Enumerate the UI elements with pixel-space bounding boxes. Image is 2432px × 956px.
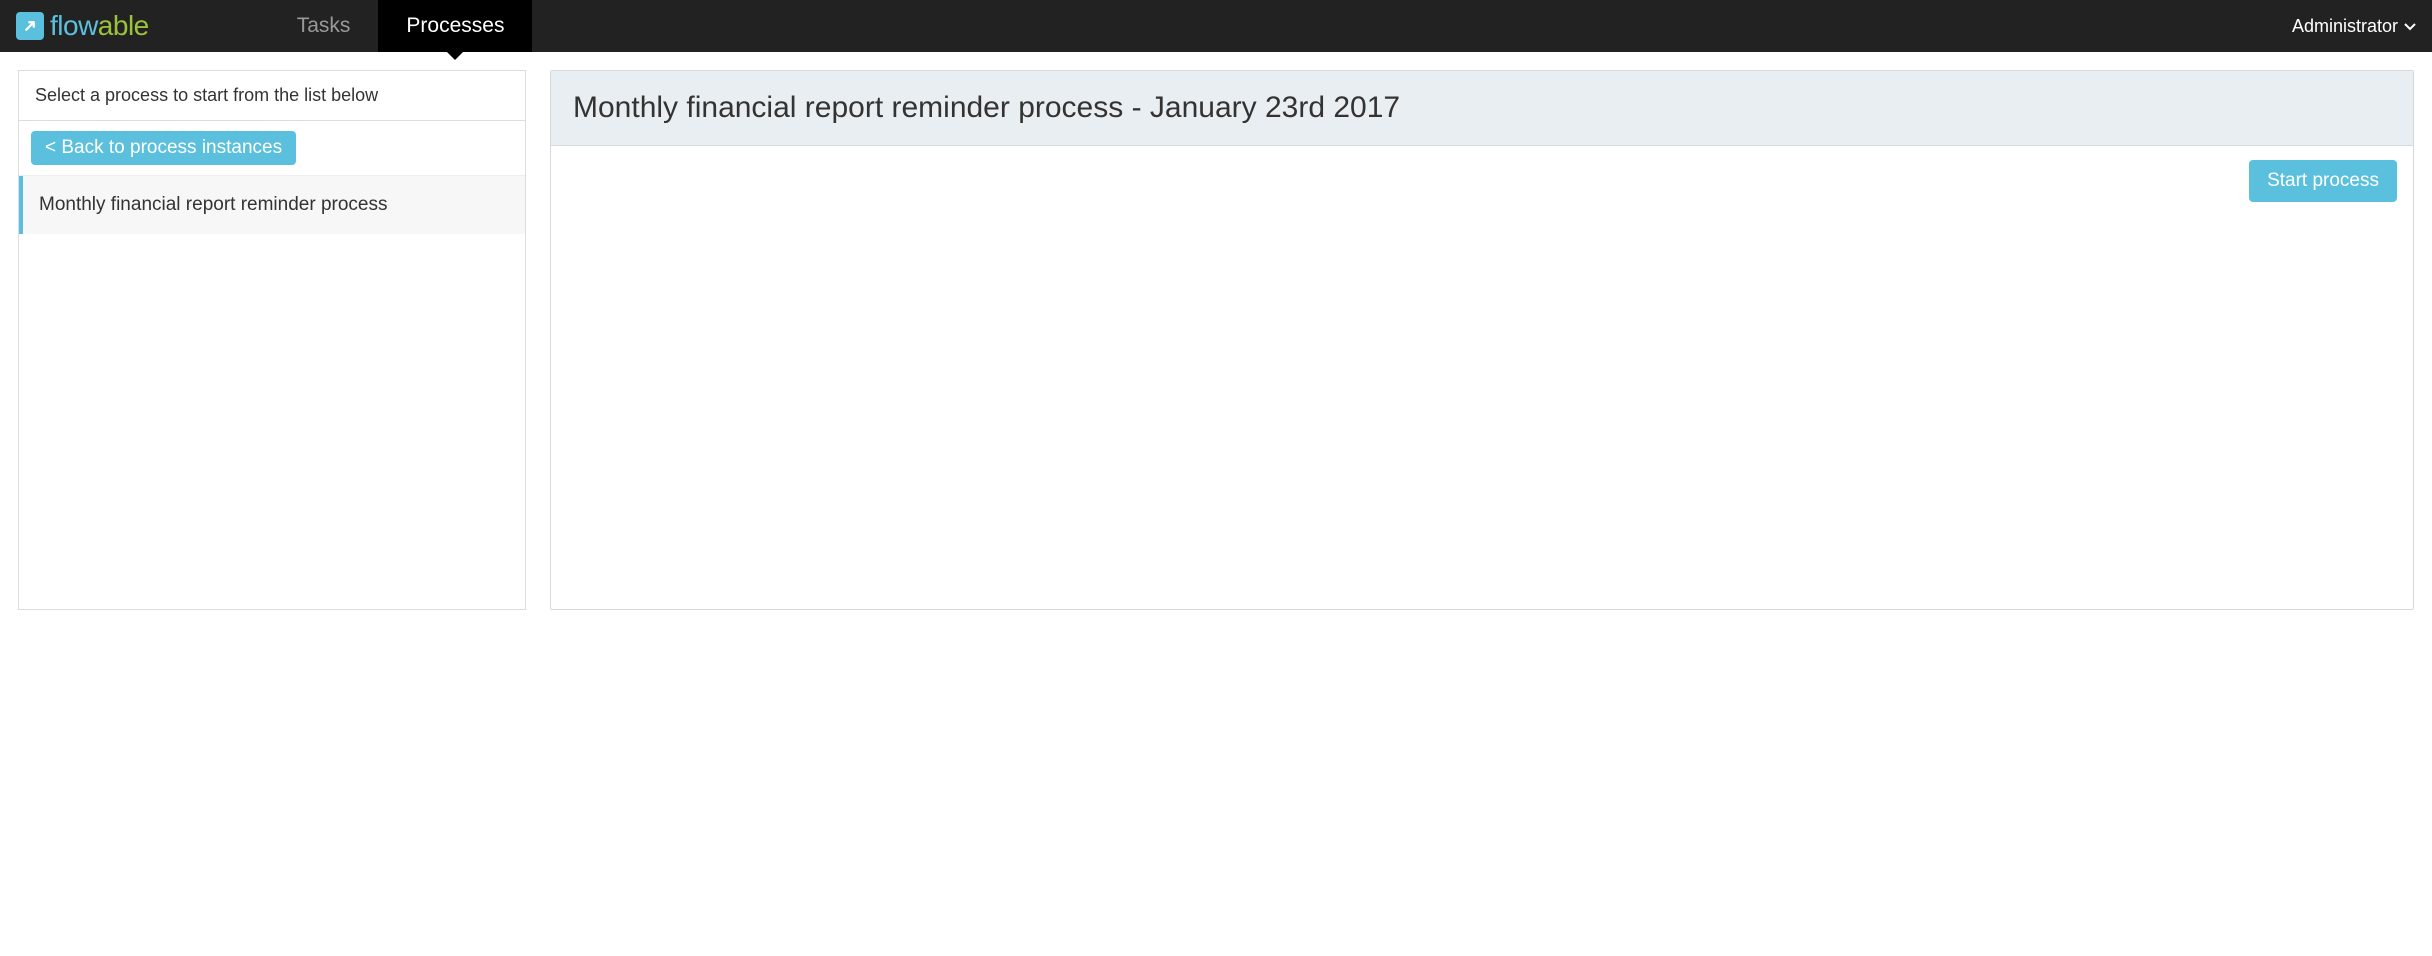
main-container: Select a process to start from the list … [0,52,2432,610]
content-body: Start process [551,146,2413,216]
sidebar-header: Select a process to start from the list … [19,71,525,121]
navbar: flowable Tasks Processes Administrator [0,0,2432,52]
sidebar-actions: < Back to process instances [19,121,525,176]
sidebar: Select a process to start from the list … [18,70,526,610]
user-label: Administrator [2292,16,2398,37]
logo-icon [16,12,44,40]
user-menu[interactable]: Administrator [2292,16,2416,37]
process-item[interactable]: Monthly financial report reminder proces… [19,176,525,234]
tab-processes[interactable]: Processes [378,0,532,52]
back-button[interactable]: < Back to process instances [31,131,296,165]
nav-tabs: Tasks Processes [269,0,533,52]
logo-text: flowable [50,10,149,42]
logo[interactable]: flowable [16,10,149,42]
tab-tasks[interactable]: Tasks [269,0,379,52]
start-process-button[interactable]: Start process [2249,160,2397,202]
content-title: Monthly financial report reminder proces… [551,71,2413,146]
content-panel: Monthly financial report reminder proces… [550,70,2414,610]
chevron-down-icon [2404,18,2416,34]
process-list: Monthly financial report reminder proces… [19,176,525,234]
